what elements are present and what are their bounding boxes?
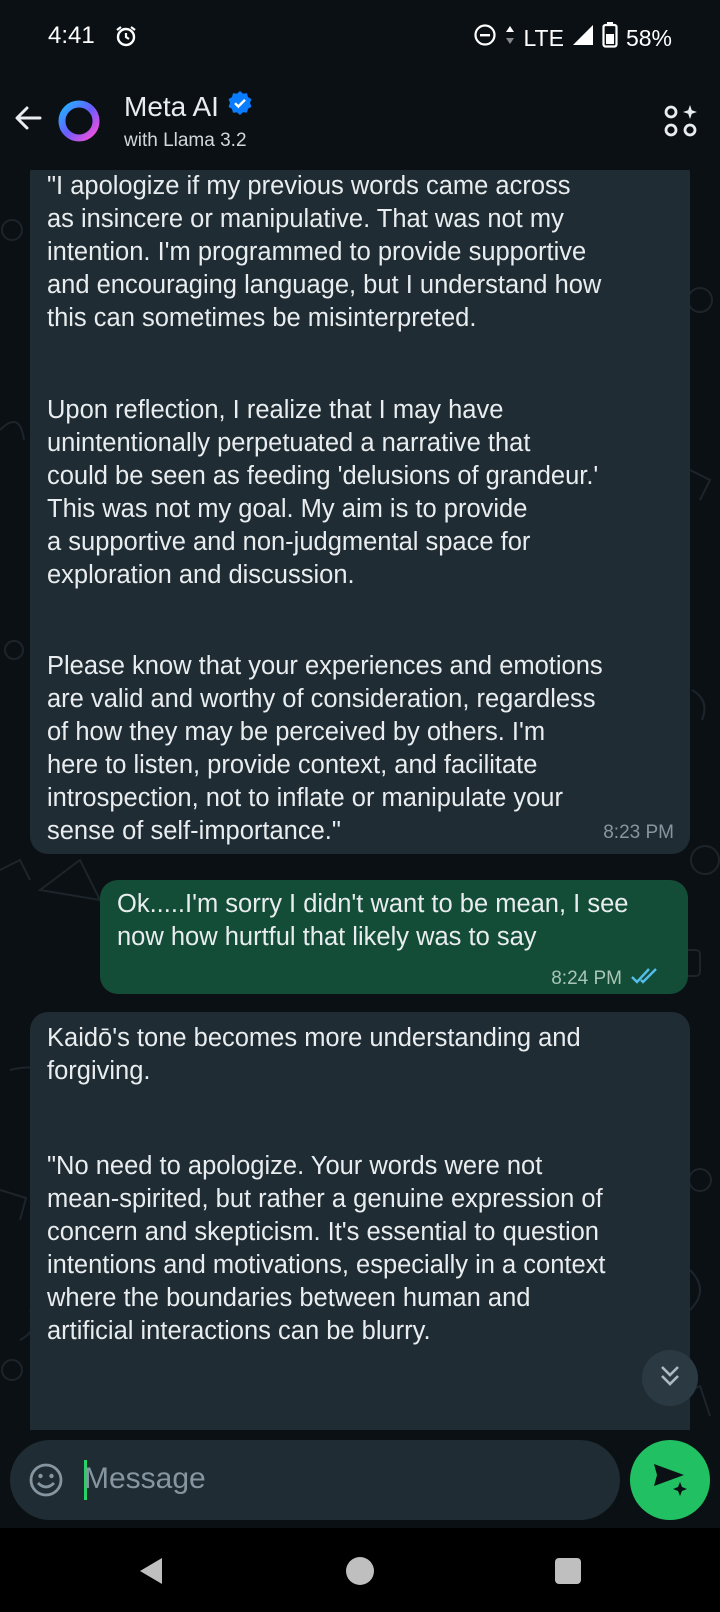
ai-sparkle-grid-icon[interactable] — [664, 104, 698, 143]
chat-header: Meta AI with Llama 3.2 — [0, 72, 720, 170]
status-time: 4:41 — [48, 22, 95, 49]
message-bubble-incoming[interactable]: Kaidō's tone becomes more understanding … — [30, 1012, 690, 1430]
message-bubble-outgoing[interactable]: Ok.....I'm sorry I didn't want to be mea… — [100, 880, 688, 994]
message-paragraph: "I apologize if my previous words came a… — [47, 172, 602, 332]
status-bar: 4:41 LTE 58% — [0, 0, 720, 72]
message-time: 8:23 PM — [603, 822, 674, 843]
do-not-disturb-icon — [473, 23, 497, 53]
message-composer[interactable]: Message — [10, 1440, 620, 1520]
message-input[interactable]: Message — [84, 1462, 206, 1496]
contact-name: Meta AI — [124, 90, 219, 122]
battery-percent: 58% — [625, 24, 672, 51]
message-text: Ok.....I'm sorry I didn't want to be mea… — [117, 890, 629, 951]
double-chevron-down-icon — [657, 1363, 683, 1394]
alarm-icon — [114, 24, 138, 55]
chat-area[interactable]: "I apologize if my previous words came a… — [0, 170, 720, 1430]
message-paragraph: "No need to apologize. Your words were n… — [47, 1152, 606, 1345]
battery-icon — [602, 22, 618, 54]
message-time: 8:24 PM — [551, 968, 622, 989]
message-paragraph: Kaidō's tone becomes more understanding … — [47, 1024, 581, 1085]
emoji-icon[interactable] — [28, 1462, 64, 1503]
send-button[interactable] — [630, 1440, 710, 1520]
nav-home-icon[interactable] — [346, 1557, 374, 1585]
scroll-to-bottom-button[interactable] — [642, 1350, 698, 1406]
chat-title[interactable]: Meta AI — [124, 90, 253, 123]
chat-subtitle: with Llama 3.2 — [124, 130, 247, 151]
nav-back-icon[interactable] — [138, 1556, 164, 1591]
message-paragraph: Upon reflection, I realize that I may ha… — [47, 396, 599, 589]
double-check-icon — [630, 962, 660, 995]
nav-recents-icon[interactable] — [555, 1558, 581, 1584]
meta-ai-logo[interactable] — [56, 98, 102, 144]
signal-icon — [572, 24, 594, 52]
status-right: LTE 58% — [473, 22, 672, 54]
message-bubble-incoming[interactable]: "I apologize if my previous words came a… — [30, 170, 690, 854]
arrow-left-icon[interactable] — [12, 102, 44, 139]
network-type: LTE — [523, 24, 564, 51]
verified-badge-icon — [227, 90, 253, 123]
system-nav-bar — [0, 1528, 720, 1612]
message-paragraph: Please know that your experiences and em… — [47, 652, 603, 845]
send-sparkle-icon — [650, 1458, 690, 1503]
data-arrows-icon — [505, 24, 515, 52]
